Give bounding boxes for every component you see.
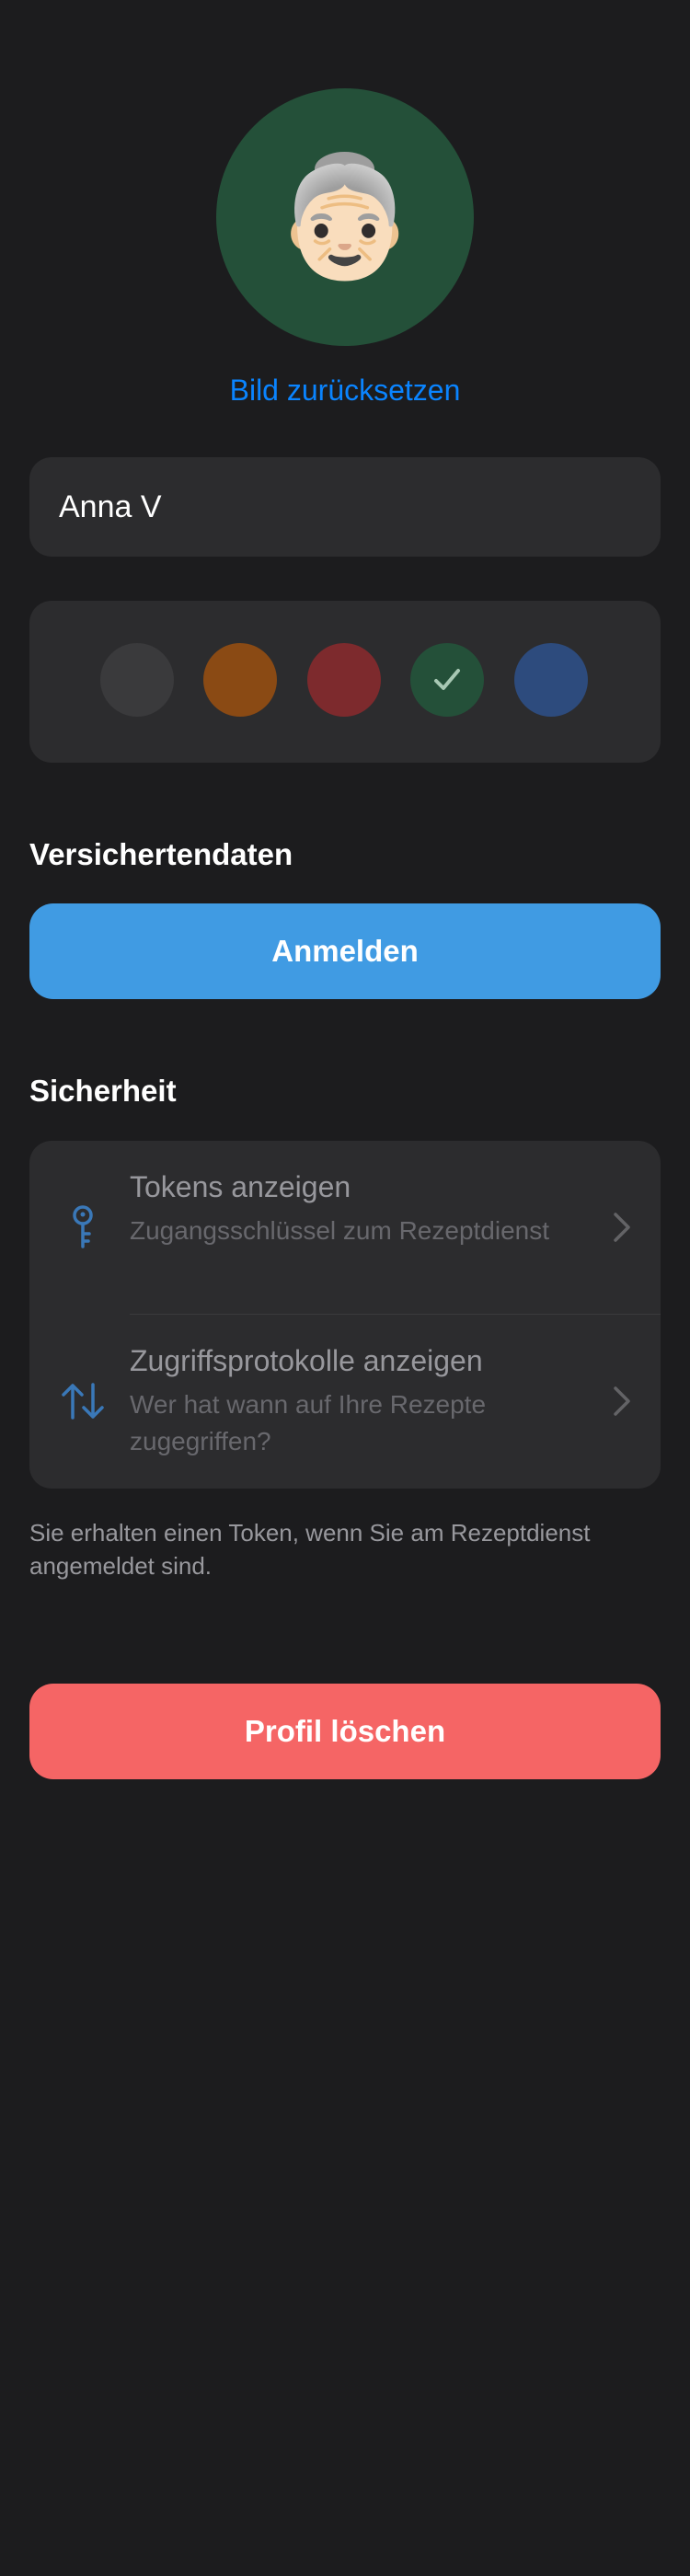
security-footnote: Sie erhalten einen Token, wenn Sie am Re… [29, 1519, 591, 1580]
profile-avatar[interactable]: 👵🏻 [216, 88, 474, 346]
color-swatch-blue[interactable] [514, 643, 588, 717]
chevron-right-icon [614, 1213, 630, 1242]
security-section-title: Sicherheit [29, 1074, 177, 1108]
tokens-row-title: Tokens anzeigen [130, 1170, 351, 1203]
color-swatch-red[interactable] [307, 643, 381, 717]
color-picker [29, 601, 661, 763]
chevron-right-icon [614, 1386, 630, 1416]
access-logs-row-title: Zugriffsprotokolle anzeigen [130, 1344, 483, 1377]
insurance-section-title: Versichertendaten [29, 837, 293, 871]
edit-profile-screen: 👵🏻 Bild zurücksetzen Versichertendaten A… [0, 0, 690, 2576]
access-logs-row-subtitle: Wer hat wann auf Ihre Rezepte zugegriffe… [130, 1390, 487, 1455]
delete-profile-button[interactable]: Profil löschen [29, 1684, 661, 1779]
checkmark-icon [434, 669, 460, 690]
profile-name-input[interactable] [29, 457, 661, 557]
tokens-row[interactable]: Tokens anzeigen Zugangsschlüssel zum Rez… [29, 1141, 661, 1315]
grandma-emoji-icon: 👵🏻 [271, 151, 419, 282]
reset-image-link[interactable]: Bild zurücksetzen [0, 374, 690, 408]
arrows-up-down-icon [57, 1375, 109, 1427]
color-swatch-green[interactable] [410, 643, 484, 717]
color-swatch-gray[interactable] [100, 643, 174, 717]
login-button[interactable]: Anmelden [29, 903, 661, 999]
color-swatch-orange[interactable] [203, 643, 277, 717]
tokens-row-subtitle: Zugangsschlüssel zum Rezeptdienst [130, 1216, 550, 1245]
key-icon [57, 1202, 109, 1253]
security-list: Tokens anzeigen Zugangsschlüssel zum Rez… [29, 1141, 661, 1489]
access-logs-row[interactable]: Zugriffsprotokolle anzeigen Wer hat wann… [29, 1315, 661, 1489]
